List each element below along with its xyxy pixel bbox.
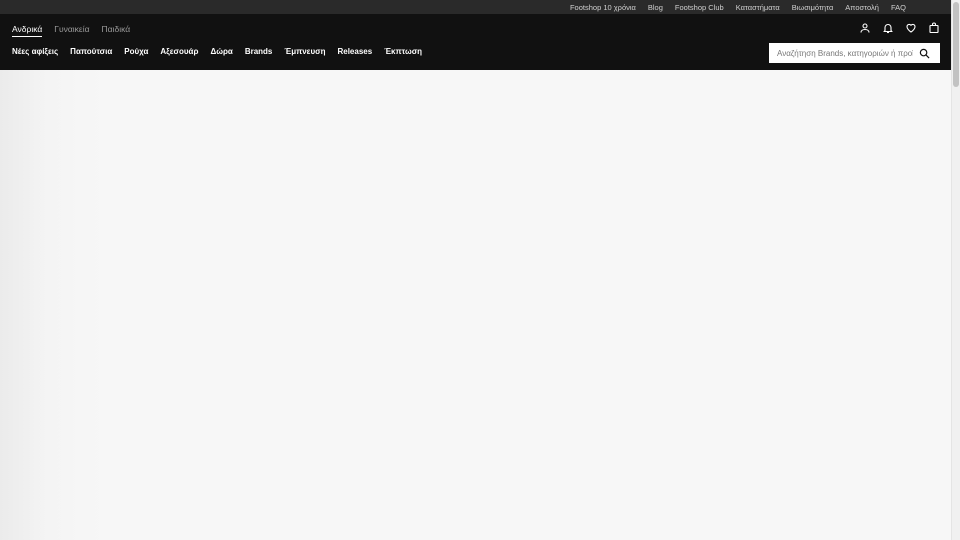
nav-inspiration[interactable]: Έμπνευση (284, 47, 325, 56)
search-icon[interactable] (919, 48, 930, 59)
topbar-link-club[interactable]: Footshop Club (675, 3, 724, 12)
nav-new-arrivals[interactable]: Νέες αφίξεις (12, 47, 58, 56)
main-nav: Νέες αφίξεις Παπούτσια Ρούχα Αξεσουάρ Δώ… (12, 47, 434, 56)
topbar-link-10-years[interactable]: Footshop 10 χρόνια (570, 3, 636, 12)
tab-kids[interactable]: Παιδικά (102, 24, 131, 37)
nav-accessories[interactable]: Αξεσουάρ (160, 47, 198, 56)
search-input[interactable] (769, 44, 913, 62)
topbar-link-shipping[interactable]: Αποστολή (845, 3, 879, 12)
topbar-link-blog[interactable]: Blog (648, 3, 663, 12)
bell-icon[interactable] (881, 21, 895, 35)
nav-brands[interactable]: Brands (245, 47, 273, 56)
topbar-link-sustainability[interactable]: Βιωσιμότητα (792, 3, 834, 12)
page-scrollbar[interactable] (951, 0, 960, 540)
tab-women[interactable]: Γυναικεία (54, 24, 89, 37)
nav-sale[interactable]: Έκπτωση (384, 47, 422, 56)
page-content-loading (0, 70, 951, 540)
topbar-link-faq[interactable]: FAQ (891, 3, 906, 12)
topbar-link-stores[interactable]: Καταστήματα (736, 3, 780, 12)
scrollbar-thumb[interactable] (953, 2, 959, 87)
nav-clothing[interactable]: Ρούχα (124, 47, 148, 56)
tab-men[interactable]: Ανδρικά (12, 24, 43, 37)
header-icons (849, 21, 941, 35)
top-utility-bar: Footshop 10 χρόνια Blog Footshop Club Κα… (0, 0, 951, 14)
main-header: Ανδρικά Γυναικεία Παιδικά Νέες αφίξεις Π… (0, 14, 951, 70)
nav-releases[interactable]: Releases (337, 47, 372, 56)
nav-gifts[interactable]: Δώρα (210, 47, 232, 56)
search-bar (769, 43, 940, 63)
gender-tabs: Ανδρικά Γυναικεία Παιδικά (12, 24, 142, 37)
heart-icon[interactable] (904, 21, 918, 35)
user-icon[interactable] (858, 21, 872, 35)
nav-shoes[interactable]: Παπούτσια (70, 47, 112, 56)
bag-icon[interactable] (927, 21, 941, 35)
